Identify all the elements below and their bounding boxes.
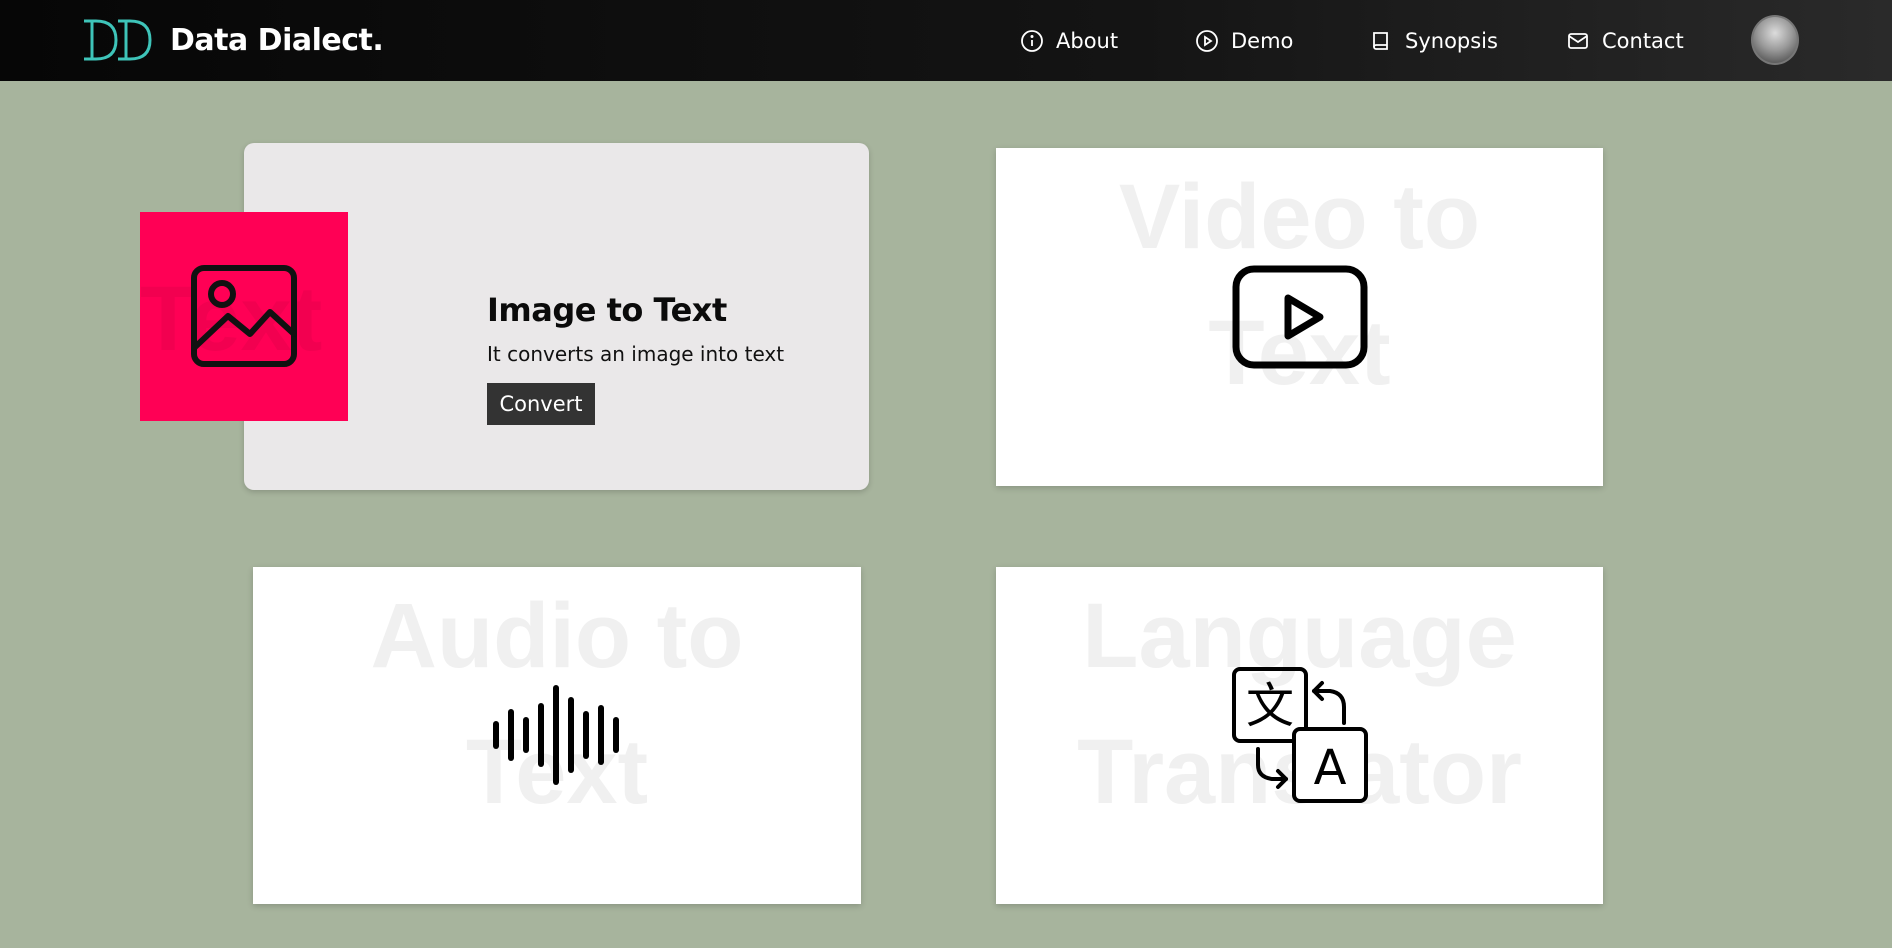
nav-synopsis[interactable]: Synopsis <box>1369 24 1498 58</box>
card-description: It converts an image into text <box>487 342 785 366</box>
convert-button[interactable]: Convert <box>487 383 595 425</box>
image-icon <box>191 265 297 367</box>
brand-name: Data Dialect. <box>170 22 384 58</box>
target-glyph: A <box>1314 740 1347 796</box>
sound-wave-icon <box>493 685 619 785</box>
info-circle-icon <box>1021 30 1043 52</box>
translate-icon: 文 A <box>1232 667 1368 803</box>
nav-demo[interactable]: Demo <box>1195 24 1293 58</box>
play-circle-icon <box>1196 30 1218 52</box>
user-avatar[interactable] <box>1751 15 1799 65</box>
card-audio-to-text[interactable]: Audio to Text <box>253 567 861 904</box>
nav-synopsis-label: Synopsis <box>1405 29 1498 53</box>
nav-about[interactable]: About <box>1020 24 1118 58</box>
image-icon-panel: Text <box>140 212 348 421</box>
source-glyph: 文 <box>1246 678 1294 734</box>
play-box-icon <box>1232 265 1368 369</box>
brand[interactable]: Data Dialect. <box>80 14 384 66</box>
nav-contact[interactable]: Contact <box>1566 24 1684 58</box>
envelope-icon <box>1568 33 1588 49</box>
book-icon <box>1373 32 1388 50</box>
top-navbar: Data Dialect. About Demo Synopsis Contac… <box>0 0 1892 81</box>
nav-about-label: About <box>1056 29 1119 53</box>
card-title: Image to Text <box>487 291 727 329</box>
card-video-to-text[interactable]: Video to Text <box>996 148 1603 486</box>
nav-contact-label: Contact <box>1602 29 1684 53</box>
nav-demo-label: Demo <box>1231 29 1294 53</box>
card-language-translator[interactable]: Language Translator 文 A <box>996 567 1603 904</box>
dd-monogram-icon <box>84 19 152 61</box>
